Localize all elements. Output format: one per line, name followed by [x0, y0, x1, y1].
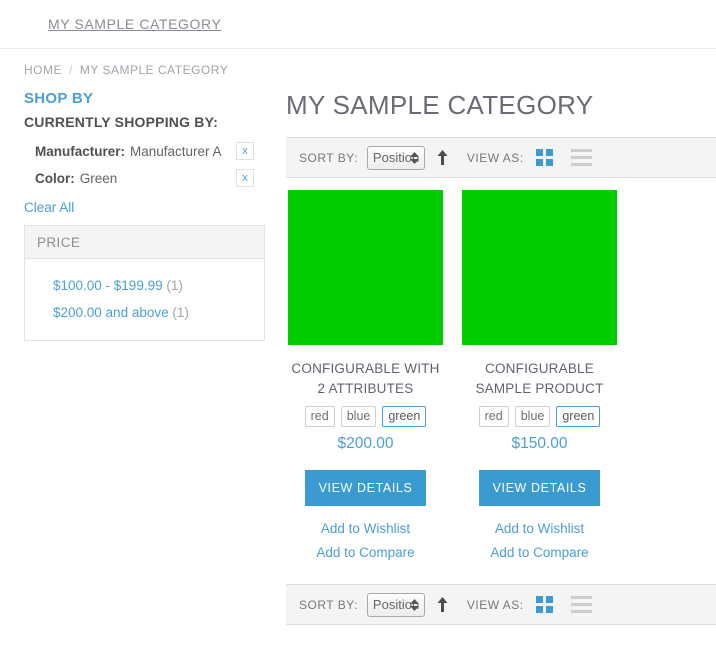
- remove-filter-manufacturer-button[interactable]: x: [236, 142, 254, 160]
- sidebar-layered-navigation: SHOP BY CURRENTLY SHOPPING BY: Manufactu…: [0, 90, 284, 341]
- active-filter-value: Manufacturer A: [130, 143, 222, 159]
- breadcrumb: HOME / MY SAMPLE CATEGORY: [0, 49, 716, 77]
- price-filter-option-count: (1): [172, 305, 189, 320]
- product-action-links: Add to Wishlist Add to Compare: [462, 517, 617, 565]
- view-as-label: VIEW AS:: [466, 597, 524, 612]
- view-details-button[interactable]: VIEW DETAILS: [304, 470, 427, 506]
- sort-by-select-wrapper: Position: [366, 592, 425, 617]
- product-image[interactable]: [462, 190, 617, 345]
- product-action-links: Add to Wishlist Add to Compare: [288, 517, 443, 565]
- clear-all-link[interactable]: Clear All: [24, 200, 74, 215]
- swatch-red[interactable]: red: [478, 406, 509, 427]
- toolbar-bottom: SORT BY: Position VIEW AS:: [286, 584, 716, 625]
- toolbar-bottom-wrapper: SORT BY: Position VIEW AS:: [286, 584, 716, 625]
- price-filter-option-link[interactable]: $200.00 and above: [53, 305, 169, 320]
- price-filter-option-link[interactable]: $100.00 - $199.99: [53, 278, 163, 293]
- swatch-green[interactable]: green: [382, 406, 427, 427]
- grid-view-icon[interactable]: [535, 149, 553, 166]
- price-filter-options: $100.00 - $199.99 (1) $200.00 and above …: [25, 259, 264, 340]
- product-name[interactable]: CONFIGURABLE SAMPLE PRODUCT: [462, 359, 617, 399]
- active-filter-color: Color: Green x: [24, 165, 284, 191]
- product-price: $200.00: [337, 435, 394, 452]
- view-details-button[interactable]: VIEW DETAILS: [478, 470, 601, 506]
- sort-by-select-wrapper: Position: [366, 145, 425, 170]
- toolbar-top: SORT BY: Position VIEW AS:: [286, 137, 716, 178]
- product-item: CONFIGURABLE WITH 2 ATTRIBUTES red blue …: [288, 190, 443, 565]
- sort-by-label: SORT BY:: [299, 597, 358, 612]
- price-filter-title: PRICE: [25, 226, 264, 259]
- view-mode-switcher: [535, 596, 592, 613]
- sort-by-select[interactable]: Position: [366, 145, 425, 170]
- remove-filter-color-button[interactable]: x: [236, 169, 254, 187]
- product-item: CONFIGURABLE SAMPLE PRODUCT red blue gre…: [462, 190, 617, 565]
- list-view-icon[interactable]: [570, 596, 592, 613]
- sort-direction-ascending-button[interactable]: [435, 150, 450, 165]
- arrow-up-icon: [437, 150, 448, 165]
- sort-by-select[interactable]: Position: [366, 592, 425, 617]
- view-as-label: VIEW AS:: [466, 150, 524, 165]
- product-grid: CONFIGURABLE WITH 2 ATTRIBUTES red blue …: [286, 178, 716, 565]
- breadcrumb-current: MY SAMPLE CATEGORY: [79, 63, 229, 77]
- sort-direction-ascending-button[interactable]: [435, 597, 450, 612]
- page-title: MY SAMPLE CATEGORY: [286, 90, 594, 120]
- breadcrumb-separator: /: [69, 63, 73, 77]
- add-to-compare-link[interactable]: Add to Compare: [288, 541, 443, 565]
- active-filter-value: Green: [79, 170, 118, 186]
- grid-view-icon[interactable]: [535, 596, 553, 613]
- main-content: MY SAMPLE CATEGORY SORT BY: Position VIE…: [284, 90, 716, 625]
- add-to-wishlist-link[interactable]: Add to Wishlist: [462, 517, 617, 541]
- product-swatches: red blue green: [462, 406, 617, 427]
- price-filter-box: PRICE $100.00 - $199.99 (1) $200.00 and …: [24, 225, 265, 341]
- nav-item-my-sample-category[interactable]: MY SAMPLE CATEGORY: [48, 16, 221, 32]
- swatch-green[interactable]: green: [556, 406, 601, 427]
- swatch-blue[interactable]: blue: [514, 406, 551, 427]
- add-to-compare-link[interactable]: Add to Compare: [462, 541, 617, 565]
- arrow-up-icon: [437, 597, 448, 612]
- currently-shopping-by-heading: CURRENTLY SHOPPING BY:: [24, 114, 218, 130]
- price-filter-option-count: (1): [166, 278, 183, 293]
- product-image[interactable]: [288, 190, 443, 345]
- price-filter-option: $200.00 and above (1): [25, 299, 264, 326]
- active-filter-label: Color:: [35, 170, 75, 186]
- add-to-wishlist-link[interactable]: Add to Wishlist: [288, 517, 443, 541]
- product-price: $150.00: [511, 435, 568, 452]
- product-swatches: red blue green: [288, 406, 443, 427]
- shop-by-heading: SHOP BY: [24, 90, 94, 107]
- top-navigation: MY SAMPLE CATEGORY: [0, 0, 716, 49]
- price-filter-option: $100.00 - $199.99 (1): [25, 272, 264, 299]
- list-view-icon[interactable]: [570, 149, 592, 166]
- sort-by-label: SORT BY:: [299, 150, 358, 165]
- product-name[interactable]: CONFIGURABLE WITH 2 ATTRIBUTES: [288, 359, 443, 399]
- page-body: SHOP BY CURRENTLY SHOPPING BY: Manufactu…: [0, 77, 716, 625]
- swatch-red[interactable]: red: [304, 406, 335, 427]
- view-mode-switcher: [535, 149, 592, 166]
- breadcrumb-home[interactable]: HOME: [24, 63, 62, 77]
- active-filter-label: Manufacturer:: [35, 143, 126, 159]
- active-filter-manufacturer: Manufacturer: Manufacturer A x: [24, 138, 284, 164]
- swatch-blue[interactable]: blue: [340, 406, 377, 427]
